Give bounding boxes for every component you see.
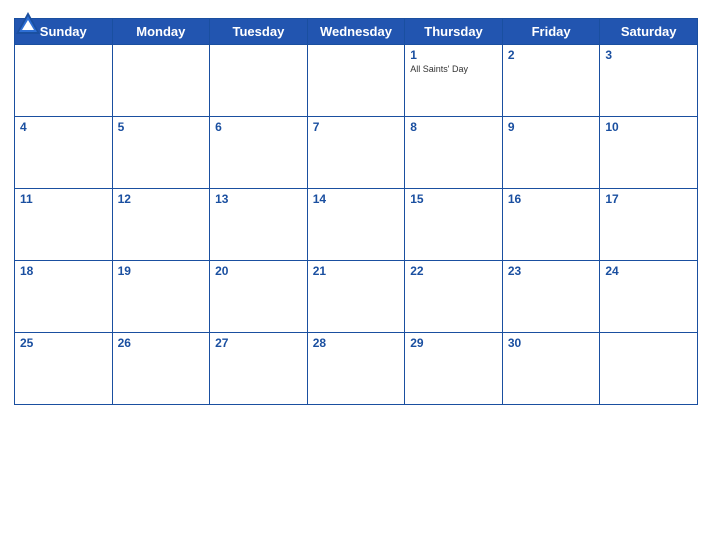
day-number: 22 — [410, 264, 497, 278]
calendar-cell: 12 — [112, 189, 210, 261]
calendar-cell: 17 — [600, 189, 698, 261]
week-row-0: 1 All Saints' Day 23 — [15, 45, 698, 117]
day-number: 29 — [410, 336, 497, 350]
day-number: 7 — [313, 120, 400, 134]
col-header-wednesday: Wednesday — [307, 19, 405, 45]
day-number: 28 — [313, 336, 400, 350]
day-number: 16 — [508, 192, 595, 206]
week-row-3: 18 19 20 21 22 23 24 — [15, 261, 698, 333]
day-number: 12 — [118, 192, 205, 206]
calendar-thead: SundayMondayTuesdayWednesdayThursdayFrid… — [15, 19, 698, 45]
day-number: 4 — [20, 120, 107, 134]
week-row-1: 456789 10 — [15, 117, 698, 189]
week-row-4: 25 26 27 28 29 30 — [15, 333, 698, 405]
week-row-2: 11 12 13 14 15 16 17 — [15, 189, 698, 261]
calendar-cell: 1 All Saints' Day — [405, 45, 503, 117]
col-header-thursday: Thursday — [405, 19, 503, 45]
calendar-cell: 26 — [112, 333, 210, 405]
day-number: 3 — [605, 48, 692, 62]
calendar-cell: 4 — [15, 117, 113, 189]
calendar-cell: 13 — [210, 189, 308, 261]
day-number: 1 — [410, 48, 497, 62]
calendar-cell — [600, 333, 698, 405]
day-number: 10 — [605, 120, 692, 134]
day-number: 6 — [215, 120, 302, 134]
day-number: 9 — [508, 120, 595, 134]
calendar-cell: 18 — [15, 261, 113, 333]
calendar-cell — [307, 45, 405, 117]
calendar-cell — [15, 45, 113, 117]
calendar-cell: 30 — [502, 333, 600, 405]
day-number: 23 — [508, 264, 595, 278]
calendar-cell: 28 — [307, 333, 405, 405]
day-number: 20 — [215, 264, 302, 278]
logo-area — [14, 10, 45, 38]
calendar-cell: 7 — [307, 117, 405, 189]
calendar-cell: 10 — [600, 117, 698, 189]
calendar-cell: 29 — [405, 333, 503, 405]
day-number: 27 — [215, 336, 302, 350]
header-row: SundayMondayTuesdayWednesdayThursdayFrid… — [15, 19, 698, 45]
calendar-cell: 27 — [210, 333, 308, 405]
calendar-tbody: 1 All Saints' Day 23 456789 10 11 12 13 14 15 16 17… — [15, 45, 698, 405]
day-number: 5 — [118, 120, 205, 134]
day-number: 11 — [20, 192, 107, 206]
calendar-cell — [210, 45, 308, 117]
calendar-cell: 14 — [307, 189, 405, 261]
calendar-container: SundayMondayTuesdayWednesdayThursdayFrid… — [0, 0, 712, 550]
day-number: 18 — [20, 264, 107, 278]
calendar-cell: 9 — [502, 117, 600, 189]
calendar-cell: 25 — [15, 333, 113, 405]
day-number: 14 — [313, 192, 400, 206]
calendar-cell: 20 — [210, 261, 308, 333]
day-number: 8 — [410, 120, 497, 134]
day-number: 19 — [118, 264, 205, 278]
day-number: 2 — [508, 48, 595, 62]
calendar-cell: 5 — [112, 117, 210, 189]
day-number: 13 — [215, 192, 302, 206]
calendar-cell: 2 — [502, 45, 600, 117]
col-header-monday: Monday — [112, 19, 210, 45]
calendar-cell: 21 — [307, 261, 405, 333]
calendar-cell: 15 — [405, 189, 503, 261]
calendar-cell: 16 — [502, 189, 600, 261]
calendar-cell: 3 — [600, 45, 698, 117]
calendar-cell: 23 — [502, 261, 600, 333]
day-number: 21 — [313, 264, 400, 278]
col-header-tuesday: Tuesday — [210, 19, 308, 45]
day-number: 15 — [410, 192, 497, 206]
col-header-saturday: Saturday — [600, 19, 698, 45]
calendar-cell: 11 — [15, 189, 113, 261]
calendar-cell: 22 — [405, 261, 503, 333]
calendar-grid: SundayMondayTuesdayWednesdayThursdayFrid… — [14, 18, 698, 405]
calendar-cell — [112, 45, 210, 117]
holiday-text: All Saints' Day — [410, 64, 497, 74]
day-number: 30 — [508, 336, 595, 350]
day-number: 17 — [605, 192, 692, 206]
day-number: 24 — [605, 264, 692, 278]
calendar-cell: 6 — [210, 117, 308, 189]
calendar-cell: 24 — [600, 261, 698, 333]
logo-icon — [14, 10, 42, 38]
col-header-friday: Friday — [502, 19, 600, 45]
calendar-cell: 8 — [405, 117, 503, 189]
day-number: 25 — [20, 336, 107, 350]
day-number: 26 — [118, 336, 205, 350]
calendar-cell: 19 — [112, 261, 210, 333]
